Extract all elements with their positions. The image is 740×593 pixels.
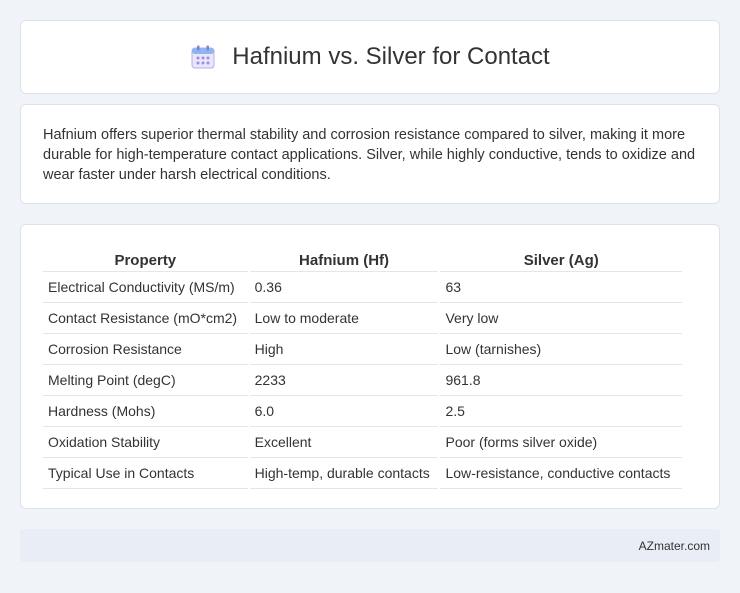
property-cell: Contact Resistance (mO*cm2) — [43, 303, 248, 334]
table-row: Electrical Conductivity (MS/m) 0.36 63 — [43, 272, 682, 303]
table-row: Corrosion Resistance High Low (tarnishes… — [43, 334, 682, 365]
hafnium-cell: High-temp, durable contacts — [249, 458, 439, 489]
table-row: Oxidation Stability Excellent Poor (form… — [43, 427, 682, 458]
footer-site-link[interactable]: AZmater.com — [639, 539, 710, 553]
silver-cell: Low-resistance, conductive contacts — [440, 458, 682, 489]
property-cell: Oxidation Stability — [43, 427, 248, 458]
silver-cell: Poor (forms silver oxide) — [440, 427, 682, 458]
header-card: Hafnium vs. Silver for Contact — [20, 20, 720, 94]
calendar-icon — [190, 44, 216, 70]
silver-cell: 63 — [440, 272, 682, 303]
table-row: Contact Resistance (mO*cm2) Low to moder… — [43, 303, 682, 334]
column-header-hafnium: Hafnium (Hf) — [249, 245, 439, 272]
comparison-table-card: Property Hafnium (Hf) Silver (Ag) Electr… — [20, 224, 720, 509]
hafnium-cell: Low to moderate — [249, 303, 439, 334]
title-wrap: Hafnium vs. Silver for Contact — [190, 43, 550, 71]
silver-cell: 961.8 — [440, 365, 682, 396]
silver-cell: 2.5 — [440, 396, 682, 427]
hafnium-cell: 6.0 — [249, 396, 439, 427]
property-cell: Melting Point (degC) — [43, 365, 248, 396]
comparison-table: Property Hafnium (Hf) Silver (Ag) Electr… — [41, 245, 684, 489]
page-title: Hafnium vs. Silver for Contact — [232, 43, 550, 70]
column-header-silver: Silver (Ag) — [440, 245, 682, 272]
silver-cell: Low (tarnishes) — [440, 334, 682, 365]
hafnium-cell: Excellent — [249, 427, 439, 458]
hafnium-cell: 0.36 — [249, 272, 439, 303]
hafnium-cell: 2233 — [249, 365, 439, 396]
property-cell: Corrosion Resistance — [43, 334, 248, 365]
table-header-row: Property Hafnium (Hf) Silver (Ag) — [43, 245, 682, 272]
silver-cell: Very low — [440, 303, 682, 334]
table-row: Melting Point (degC) 2233 961.8 — [43, 365, 682, 396]
hafnium-cell: High — [249, 334, 439, 365]
summary-card: Hafnium offers superior thermal stabilit… — [20, 104, 720, 204]
property-cell: Electrical Conductivity (MS/m) — [43, 272, 248, 303]
column-header-property: Property — [43, 245, 248, 272]
summary-text: Hafnium offers superior thermal stabilit… — [43, 127, 696, 183]
table-row: Typical Use in Contacts High-temp, durab… — [43, 458, 682, 489]
footer-bar: AZmater.com — [20, 529, 720, 562]
table-row: Hardness (Mohs) 6.0 2.5 — [43, 396, 682, 427]
property-cell: Typical Use in Contacts — [43, 458, 248, 489]
property-cell: Hardness (Mohs) — [43, 396, 248, 427]
